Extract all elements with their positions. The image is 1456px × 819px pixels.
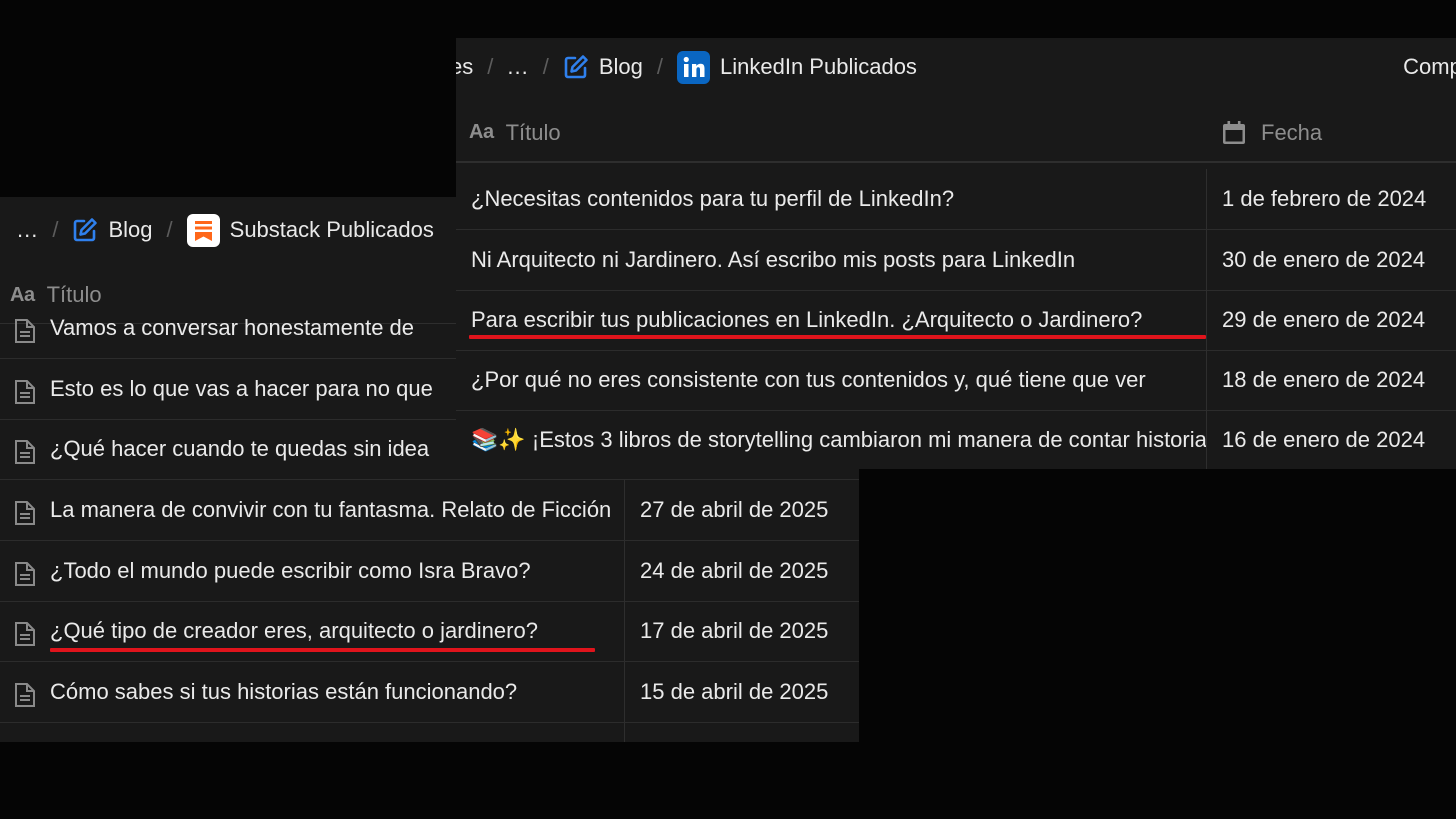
row-title[interactable]: ¿Qué tipo de creador eres, arquitecto o … [50,601,624,661]
table-row[interactable]: ¿Necesitas contenidos para tu perfil de … [456,169,1456,230]
table-row[interactable]: ¿Por qué no eres consistente con tus con… [456,350,1456,411]
row-date[interactable]: 16 de enero de 2024 [1206,410,1456,469]
table-row-partial [0,723,859,742]
row-date[interactable]: 27 de abril de 2025 [624,480,859,540]
breadcrumb-separator: / [487,54,494,79]
text-property-icon: Aa [469,121,494,143]
table-row[interactable]: Ni Arquitecto ni Jardinero. Así escribo … [456,230,1456,291]
row-title[interactable]: Esto es lo que vas a hacer para no que [50,359,460,419]
page-icon [14,621,36,653]
row-title[interactable]: Ni Arquitecto ni Jardinero. Así escribo … [471,230,1206,290]
page-icon [14,682,36,714]
row-date[interactable]: 29 de enero de 2024 [1206,290,1456,350]
breadcrumb-current-label: Substack Publicados [229,217,434,242]
table-row[interactable]: La manera de convivir con tu fantasma. R… [0,480,859,541]
row-title[interactable]: 📚✨ ¡Estos 3 libros de storytelling cambi… [471,410,1206,469]
breadcrumb-current-label: LinkedIn Publicados [720,54,917,79]
breadcrumb-ellipsis[interactable]: ... [17,217,38,243]
breadcrumb-blog-label: Blog [108,217,153,242]
table-row[interactable]: Cómo sabes si tus historias están funcio… [0,662,859,723]
page-icon [14,500,36,532]
edit-icon [72,217,98,243]
row-date[interactable]: 17 de abril de 2025 [624,601,859,661]
highlight-underline [469,335,1206,339]
breadcrumb: es / ... / Blog / LinkedIn Publicados Co… [456,38,1456,96]
row-title[interactable]: ¿Todo el mundo puede escribir como Isra … [50,541,624,601]
breadcrumb-blog-label: Blog [598,54,643,79]
breadcrumb-partial[interactable]: es [456,54,473,80]
table-row[interactable]: ¿Todo el mundo puede escribir como Isra … [0,541,859,602]
breadcrumb-separator: / [656,54,664,79]
row-date-divider [624,723,859,742]
row-date[interactable]: 30 de enero de 2024 [1206,230,1456,290]
breadcrumb-ellipsis[interactable]: ... [507,54,528,80]
page-icon [14,379,36,411]
linkedin-table-window: es / ... / Blog / LinkedIn Publicados Co… [456,38,1456,469]
substack-icon [186,213,220,247]
row-title[interactable]: La manera de convivir con tu fantasma. R… [50,480,624,540]
row-date[interactable]: 15 de abril de 2025 [624,662,859,722]
page-icon [14,439,36,471]
row-date[interactable]: 1 de febrero de 2024 [1206,169,1456,229]
breadcrumb-current[interactable]: Substack Publicados [186,213,434,247]
edit-icon [563,54,589,80]
row-date[interactable]: 18 de enero de 2024 [1206,350,1456,410]
page-icon [14,561,36,593]
row-title[interactable]: Para escribir tus publicaciones en Linke… [471,290,1206,350]
breadcrumb-blog[interactable]: Blog [72,217,153,243]
breadcrumb-separator: / [166,217,173,242]
column-header-date-wrap[interactable]: Fecha [1221,120,1322,146]
column-header-date: Fecha [1261,119,1323,145]
page-icon [14,318,36,350]
breadcrumb-current[interactable]: LinkedIn Publicados [677,50,917,84]
table-row[interactable]: Para escribir tus publicaciones en Linke… [456,290,1456,351]
table-row[interactable]: 📚✨ ¡Estos 3 libros de storytelling cambi… [456,410,1456,469]
row-title[interactable]: Vamos a conversar honestamente de [50,298,450,358]
linkedin-icon [677,50,711,84]
row-title[interactable]: ¿Por qué no eres consistente con tus con… [471,350,1206,410]
row-title[interactable]: ¿Necesitas contenidos para tu perfil de … [471,169,1206,229]
column-header-title[interactable]: Título [506,120,561,146]
row-title[interactable]: ¿Qué hacer cuando te quedas sin idea [50,419,460,479]
breadcrumb-blog[interactable]: Blog [563,54,643,80]
row-title[interactable]: Cómo sabes si tus historias están funcio… [50,662,624,722]
table-row[interactable]: ¿Qué tipo de creador eres, arquitecto o … [0,601,859,662]
breadcrumb-separator: / [52,217,59,242]
row-date[interactable]: 24 de abril de 2025 [624,541,859,601]
column-header-row: Aa Título Fecha [456,104,1456,163]
calendar-icon [1221,120,1247,146]
highlight-underline [50,648,595,652]
breadcrumb-separator: / [542,54,549,79]
share-button[interactable]: Compa [1403,54,1456,80]
